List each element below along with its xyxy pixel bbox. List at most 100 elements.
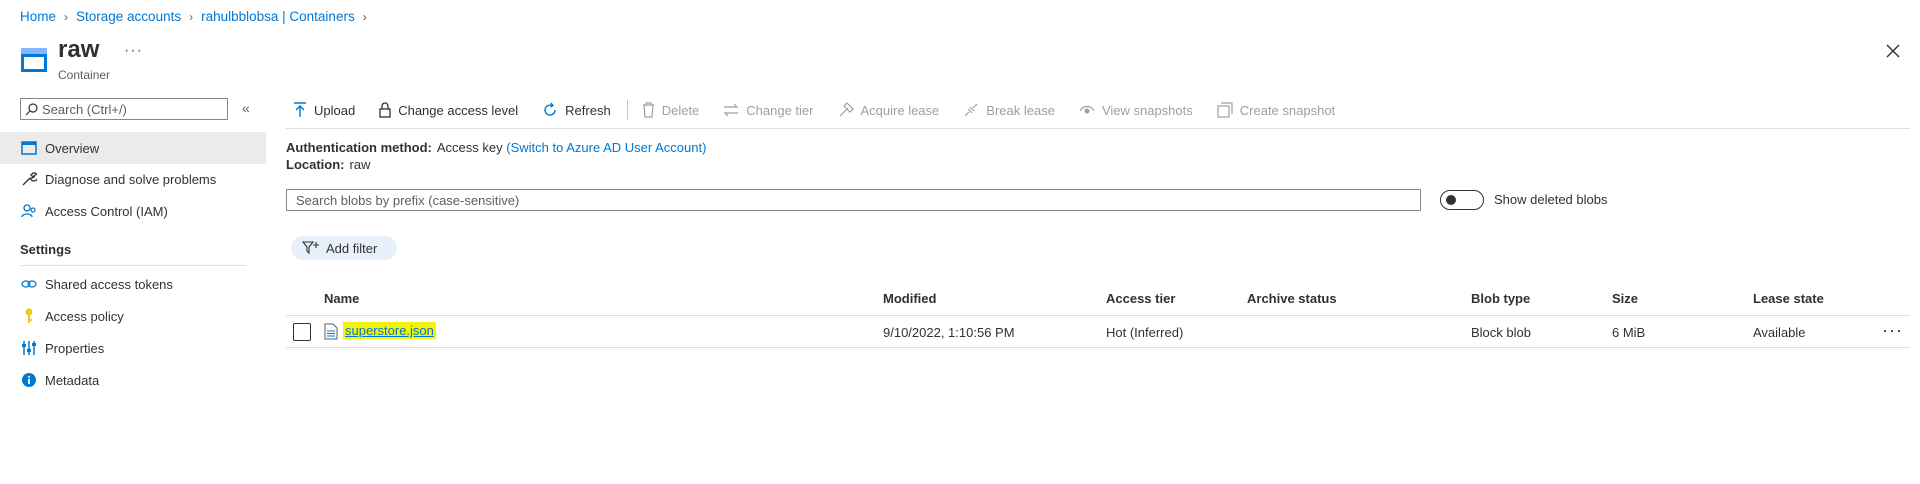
- sidebar-item-overview[interactable]: Overview: [0, 132, 266, 164]
- file-icon: [324, 323, 338, 340]
- sidebar-item-label: Diagnose and solve problems: [45, 171, 217, 187]
- collapse-nav-button[interactable]: «: [242, 100, 250, 116]
- location-line: Location: raw: [286, 157, 370, 172]
- sidebar-item-label: Access Control (IAM): [45, 203, 168, 219]
- row-checkbox[interactable]: [293, 323, 311, 341]
- refresh-icon: [542, 102, 558, 118]
- lock-icon: [379, 102, 391, 118]
- auth-method-line: Authentication method: Access key (Switch…: [286, 140, 706, 155]
- acquire-lease-button[interactable]: Acquire lease: [838, 102, 940, 118]
- people-icon: [20, 202, 38, 220]
- settings-heading: Settings: [20, 242, 72, 257]
- chevron-right-icon: ›: [64, 9, 69, 24]
- auth-method-value: Access key: [436, 140, 503, 155]
- blob-name-link[interactable]: superstore.json: [343, 322, 436, 339]
- nav-divider: [20, 265, 246, 266]
- lease-icon: [838, 102, 854, 118]
- change-access-level-label: Change access level: [398, 102, 519, 118]
- toolbar-separator: [626, 100, 628, 120]
- break-lease-button[interactable]: Break lease: [963, 102, 1055, 118]
- snapshot-icon: [1217, 102, 1233, 118]
- info-icon: [20, 371, 38, 389]
- auth-method-key: Authentication method:: [286, 140, 432, 155]
- break-lease-label: Break lease: [986, 102, 1055, 118]
- command-bar: Upload Change access level Refresh Delet…: [293, 96, 1359, 124]
- link-icon: [20, 275, 38, 293]
- column-header-blob-type[interactable]: Blob type: [1471, 291, 1530, 306]
- view-snapshots-label: View snapshots: [1101, 102, 1193, 118]
- add-filter-label: Add filter: [326, 240, 378, 256]
- blob-size: 6 MiB: [1612, 325, 1646, 340]
- show-deleted-toggle[interactable]: [1440, 190, 1484, 210]
- nav-search-placeholder: Search (Ctrl+/): [42, 101, 127, 117]
- upload-label: Upload: [314, 102, 356, 118]
- chevron-right-icon: ›: [362, 9, 367, 24]
- page-subtitle: Container: [58, 68, 111, 82]
- blob-type: Block blob: [1471, 325, 1531, 340]
- sliders-icon: [20, 339, 38, 357]
- upload-icon: [293, 102, 307, 118]
- blob-lease-state: Available: [1753, 325, 1806, 340]
- sidebar-item-label: Properties: [45, 340, 105, 356]
- blob-access-tier: Hot (Inferred): [1106, 325, 1184, 340]
- table-row-divider: [286, 347, 1910, 348]
- location-key: Location:: [286, 157, 345, 172]
- refresh-label: Refresh: [565, 102, 611, 118]
- change-tier-label: Change tier: [746, 102, 814, 118]
- column-header-archive-status[interactable]: Archive status: [1247, 291, 1337, 306]
- row-more-button[interactable]: ···: [1882, 320, 1903, 341]
- trash-icon: [642, 102, 655, 118]
- delete-button[interactable]: Delete: [642, 102, 700, 118]
- wrench-icon: [20, 170, 38, 188]
- close-icon[interactable]: [1882, 40, 1904, 62]
- page-title: raw: [58, 36, 100, 63]
- create-snapshot-button[interactable]: Create snapshot: [1217, 102, 1335, 118]
- more-options-button[interactable]: ···: [124, 42, 143, 60]
- toggle-knob: [1446, 195, 1456, 205]
- change-tier-button[interactable]: Change tier: [723, 102, 814, 118]
- column-header-access-tier[interactable]: Access tier: [1106, 291, 1175, 306]
- blob-modified: 9/10/2022, 1:10:56 PM: [883, 325, 1015, 340]
- blob-search-placeholder: Search blobs by prefix (case-sensitive): [296, 192, 520, 208]
- chevron-right-icon: ›: [189, 9, 194, 24]
- search-icon: [25, 102, 38, 115]
- location-value: raw: [349, 157, 371, 172]
- sidebar-item-properties[interactable]: Properties: [0, 332, 266, 364]
- nav-search-input[interactable]: Search (Ctrl+/): [20, 98, 228, 120]
- switch-auth-link[interactable]: (Switch to Azure AD User Account): [506, 140, 706, 155]
- swap-icon: [723, 103, 739, 117]
- breadcrumb-home[interactable]: Home: [20, 9, 56, 24]
- sidebar-item-shared-access-tokens[interactable]: Shared access tokens: [0, 268, 266, 300]
- view-snapshots-button[interactable]: View snapshots: [1079, 103, 1193, 118]
- key-icon: [20, 307, 38, 325]
- sidebar-item-diagnose[interactable]: Diagnose and solve problems: [0, 163, 266, 195]
- column-header-size[interactable]: Size: [1612, 291, 1638, 306]
- add-filter-button[interactable]: Add filter: [291, 236, 397, 260]
- break-link-icon: [963, 102, 979, 118]
- sidebar-item-label: Access policy: [45, 308, 124, 324]
- breadcrumb: Home › Storage accounts › rahulbblobsa |…: [20, 9, 375, 24]
- delete-label: Delete: [661, 102, 700, 118]
- create-snapshot-label: Create snapshot: [1239, 102, 1336, 118]
- sidebar-item-label: Shared access tokens: [45, 276, 173, 292]
- column-header-lease-state[interactable]: Lease state: [1753, 291, 1824, 306]
- table-header-divider: [286, 315, 1910, 316]
- column-header-modified[interactable]: Modified: [883, 291, 936, 306]
- sidebar-item-access-policy[interactable]: Access policy: [0, 300, 266, 332]
- change-access-level-button[interactable]: Change access level: [379, 102, 518, 118]
- acquire-lease-label: Acquire lease: [860, 102, 940, 118]
- sidebar-item-label: Overview: [45, 140, 100, 156]
- container-icon: [21, 48, 47, 72]
- filter-add-icon: [302, 241, 320, 255]
- sidebar-item-metadata[interactable]: Metadata: [0, 364, 266, 396]
- sidebar-item-access-control[interactable]: Access Control (IAM): [0, 195, 266, 227]
- breadcrumb-storage-accounts[interactable]: Storage accounts: [76, 9, 181, 24]
- overview-icon: [20, 139, 38, 157]
- upload-button[interactable]: Upload: [293, 102, 355, 118]
- refresh-button[interactable]: Refresh: [542, 102, 611, 118]
- blob-search-input[interactable]: Search blobs by prefix (case-sensitive): [286, 189, 1421, 211]
- breadcrumb-containers[interactable]: rahulbblobsa | Containers: [201, 9, 355, 24]
- eye-icon: [1079, 104, 1095, 116]
- column-header-name[interactable]: Name: [324, 291, 359, 306]
- show-deleted-label: Show deleted blobs: [1494, 192, 1608, 207]
